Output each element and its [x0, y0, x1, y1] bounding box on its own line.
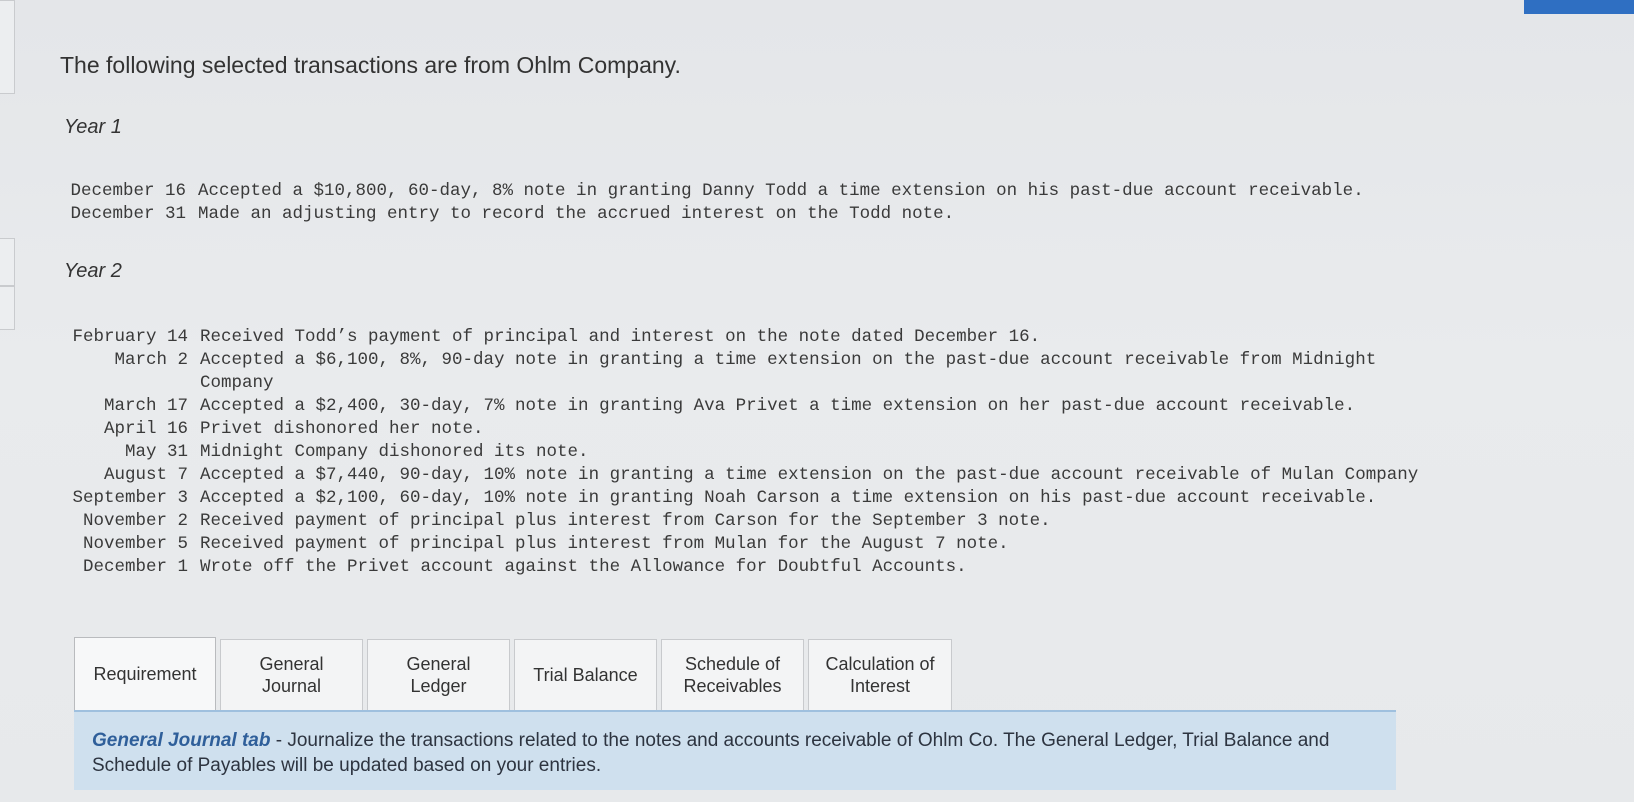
transaction-row: September 3 Accepted a $2,100, 60-day, 10… — [62, 487, 1418, 510]
tab-label: Trial Balance — [533, 665, 638, 685]
transaction-row: March 17 Accepted a $2,400, 30-day, 7% no… — [62, 395, 1418, 418]
left-edge-frame — [0, 0, 15, 94]
tab-label: General Journal — [259, 654, 324, 696]
transaction-description: Accepted a $2,400, 30-day, 7% note in gr… — [200, 396, 1356, 416]
transaction-row: March 2 Accepted a $6,100, 8%, 90-day not… — [62, 349, 1418, 395]
transaction-date: December 16 — [70, 181, 186, 201]
tab-bar: Requirement General Journal General Ledg… — [74, 637, 952, 711]
transaction-row: November 5 Received payment of principal … — [62, 533, 1418, 556]
transaction-date: May 31 — [124, 442, 188, 462]
tab-label: Requirement — [93, 664, 197, 684]
instruction-lead: General Journal tab — [92, 730, 271, 751]
transaction-date: September 3 — [72, 488, 188, 508]
transaction-date: February 14 — [72, 327, 188, 347]
tab-general-ledger[interactable]: General Ledger — [367, 639, 510, 711]
left-edge-frame — [0, 286, 15, 330]
transaction-description: Accepted a $10,800, 60-day, 8% note in g… — [198, 181, 1364, 201]
tab-calculation-of-interest[interactable]: Calculation of Interest — [808, 639, 952, 711]
transaction-date: March 2 — [114, 350, 188, 370]
tab-label: General Ledger — [406, 654, 471, 696]
left-edge-frame — [0, 238, 15, 286]
year1-label: Year 1 — [64, 116, 122, 138]
transaction-description: Made an adjusting entry to record the ac… — [198, 204, 955, 224]
transaction-date: August 7 — [103, 465, 188, 485]
transaction-date: November 5 — [82, 534, 188, 554]
transaction-row: April 16 Privet dishonored her note. — [62, 418, 1418, 441]
transaction-row: December 1 Wrote off the Privet account a… — [62, 556, 1418, 579]
tab-label: Calculation of Interest — [825, 654, 935, 696]
transaction-row: February 14 Received Todd’s payment of pr… — [62, 326, 1418, 349]
instruction-text: - Journalize the transactions related to… — [92, 730, 1330, 776]
transaction-description: Received payment of principal plus inter… — [200, 511, 1051, 531]
top-accent-bar — [1524, 0, 1634, 14]
transaction-date: April 16 — [103, 419, 188, 439]
transaction-description: Privet dishonored her note. — [200, 419, 484, 439]
transaction-row: December 16 Accepted a $10,800, 60-day, 8… — [60, 180, 1364, 203]
year1-transactions: December 16 Accepted a $10,800, 60-day, 8… — [60, 180, 1364, 226]
tab-trial-balance[interactable]: Trial Balance — [514, 639, 657, 711]
page: The following selected transactions are … — [0, 0, 1634, 802]
transaction-description: Accepted a $2,100, 60-day, 10% note in g… — [200, 488, 1377, 508]
year2-label: Year 2 — [64, 260, 122, 282]
tab-label: Schedule of Receivables — [683, 654, 782, 696]
transaction-date: November 2 — [82, 511, 188, 531]
transaction-description: Accepted a $6,100, 8%, 90-day note in gr… — [200, 350, 1377, 393]
transaction-row: November 2 Received payment of principal … — [62, 510, 1418, 533]
transaction-row: May 31 Midnight Company dishonored its no… — [62, 441, 1418, 464]
transaction-description: Midnight Company dishonored its note. — [200, 442, 589, 462]
transaction-description: Received payment of principal plus inter… — [200, 534, 1009, 554]
transaction-date: December 1 — [82, 557, 188, 577]
transaction-description: Received Todd’s payment of principal and… — [200, 327, 1041, 347]
instruction-panel: General Journal tab - Journalize the tra… — [74, 710, 1396, 790]
transaction-description: Accepted a $7,440, 90-day, 10% note in g… — [200, 465, 1419, 485]
intro-text: The following selected transactions are … — [60, 52, 681, 78]
transaction-date: December 31 — [70, 204, 186, 224]
transaction-row: December 31 Made an adjusting entry to re… — [60, 203, 1364, 226]
tab-schedule-of-receivables[interactable]: Schedule of Receivables — [661, 639, 804, 711]
year2-transactions: February 14 Received Todd’s payment of pr… — [62, 326, 1418, 579]
tab-requirement[interactable]: Requirement — [74, 637, 216, 711]
transaction-row: August 7 Accepted a $7,440, 90-day, 10% n… — [62, 464, 1418, 487]
transaction-description: Wrote off the Privet account against the… — [200, 557, 967, 577]
tab-general-journal[interactable]: General Journal — [220, 639, 363, 711]
transaction-date: March 17 — [103, 396, 188, 416]
